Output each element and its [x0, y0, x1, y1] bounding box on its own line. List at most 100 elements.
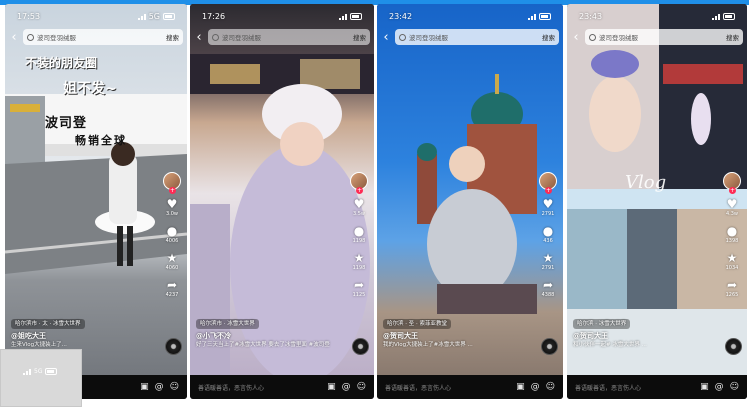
- emoji-icon[interactable]: ☺: [546, 382, 555, 392]
- share-button[interactable]: ➦ 4388: [542, 279, 555, 298]
- comment-count: 4006: [165, 238, 179, 244]
- location-tag[interactable]: 哈尔滨 · 冰雪大世界: [573, 319, 631, 329]
- back-chevron-icon[interactable]: ‹: [381, 31, 391, 44]
- music-disc-icon[interactable]: [541, 338, 558, 355]
- avatar[interactable]: +: [539, 172, 557, 194]
- search-button[interactable]: 搜索: [542, 32, 555, 42]
- avatar[interactable]: +: [350, 172, 368, 194]
- share-icon: ➦: [542, 278, 554, 292]
- phone-screenshot-2: 17:26 ‹ 波司登羽绒服 搜索 + ♥ 3.5w ● 1198 ★ 1198 ➦ 1…: [190, 4, 374, 399]
- share-button[interactable]: ➦ 4237: [166, 279, 179, 298]
- phone-screenshot-4: 23:43 ‹ 波司登羽绒服 搜索 Vlog + ♥ 4.3w ● 1398 ★ 10…: [567, 4, 747, 399]
- music-disc-icon[interactable]: [165, 338, 182, 355]
- signal-icon: [137, 13, 146, 20]
- comment-button[interactable]: ● 1198: [353, 225, 366, 244]
- status-bar: 23:43: [567, 9, 747, 23]
- emoji-icon[interactable]: ☺: [730, 382, 739, 392]
- favorite-button[interactable]: ★ 1034: [726, 252, 739, 271]
- search-icon: [212, 33, 219, 41]
- battery-icon: [45, 368, 58, 375]
- at-icon[interactable]: @: [531, 382, 540, 392]
- phone-screenshot-3: 23:42 ‹ 波司登羽绒服 搜索 + ♥ 2791 ● 436 ★ 2791 ➦ 43…: [377, 4, 563, 399]
- overlay-caption-1: 不装的朋友圈: [25, 56, 98, 70]
- comment-button[interactable]: ● 1398: [726, 225, 739, 244]
- author-name[interactable]: @姐吃大王: [11, 332, 157, 340]
- author-name[interactable]: @贺司大王: [383, 332, 533, 340]
- at-icon[interactable]: @: [155, 382, 164, 392]
- video-description: 生来Vlog大捷装上了...: [11, 342, 67, 348]
- share-icon: ➦: [166, 278, 178, 292]
- share-button[interactable]: ➦ 1125: [353, 279, 366, 298]
- share-button[interactable]: ➦ 1265: [726, 279, 739, 298]
- status-time: 17:26: [202, 11, 226, 21]
- back-chevron-icon[interactable]: ‹: [571, 31, 581, 44]
- search-row: ‹ 波司登羽绒服 搜索: [194, 28, 370, 46]
- status-bar-thumbnail: 5G: [0, 349, 82, 407]
- at-icon[interactable]: @: [715, 382, 724, 392]
- comment-input[interactable]: 善语暖善语，恶言伤人心: [385, 383, 510, 392]
- author-name[interactable]: @小飞不冷: [196, 332, 344, 340]
- music-disc-icon[interactable]: [352, 338, 369, 355]
- comment-input[interactable]: 善语暖善语，恶言伤人心: [198, 383, 321, 392]
- avatar[interactable]: +: [723, 172, 741, 194]
- battery-icon: [163, 12, 175, 20]
- thumbnail-network-label: 5G: [34, 368, 43, 375]
- battery-icon: [350, 12, 362, 20]
- action-rail: + ♥ 2791 ● 436 ★ 2791 ➦ 4388: [537, 172, 559, 298]
- favorite-button[interactable]: ★ 2791: [542, 252, 555, 271]
- author-name[interactable]: @贺司大王: [573, 332, 717, 340]
- follow-plus-icon[interactable]: +: [356, 187, 363, 194]
- search-row: ‹ 波司登羽绒服 搜索: [9, 28, 183, 46]
- signal-icon: [339, 13, 347, 20]
- search-input[interactable]: 波司登羽绒服 搜索: [208, 29, 370, 45]
- back-chevron-icon[interactable]: ‹: [194, 31, 204, 44]
- emoji-icon[interactable]: ☺: [357, 382, 366, 392]
- location-tag[interactable]: 哈尔滨市 · 冰雪大世界: [196, 319, 259, 329]
- comment-count: 1198: [352, 238, 366, 244]
- comment-input[interactable]: 善语暖善语，恶言伤人心: [575, 383, 694, 392]
- comment-icon: ●: [166, 224, 178, 238]
- favorite-button[interactable]: ★ 1198: [353, 252, 366, 271]
- image-icon[interactable]: ▣: [140, 382, 149, 392]
- location-tag[interactable]: 哈尔滨市 · 太 · 冰雪大世界: [11, 319, 85, 329]
- action-rail: + ♥ 3.0w ● 4006 ★ 4060 ➦ 4237: [161, 172, 183, 298]
- follow-plus-icon[interactable]: +: [545, 187, 552, 194]
- status-time: 23:43: [579, 11, 603, 21]
- video-description: 和小伙伴一起# 冰雪大世界 ...: [573, 342, 647, 348]
- share-count: 1265: [725, 292, 739, 298]
- music-disc-icon[interactable]: [725, 338, 742, 355]
- location-tag[interactable]: 哈尔滨 · 圣 · 索菲亚教堂: [383, 319, 451, 329]
- search-placeholder: 波司登羽绒服: [222, 34, 261, 42]
- search-input[interactable]: 波司登羽绒服 搜索: [395, 29, 559, 45]
- at-icon[interactable]: @: [342, 382, 351, 392]
- image-icon[interactable]: ▣: [516, 382, 525, 392]
- comment-button[interactable]: ● 436: [543, 225, 553, 244]
- search-button[interactable]: 搜索: [166, 32, 179, 42]
- plane-banner-slogan: 畅销全球: [75, 134, 127, 147]
- search-button[interactable]: 搜索: [726, 32, 739, 42]
- search-input[interactable]: 波司登羽绒服 搜索: [585, 29, 743, 45]
- image-icon[interactable]: ▣: [700, 382, 709, 392]
- avatar[interactable]: +: [163, 172, 181, 194]
- comment-icon: ●: [353, 224, 365, 238]
- search-button[interactable]: 搜索: [353, 32, 366, 42]
- phone-screenshot-1: 17:53 5G ‹ 波司登羽绒服 搜索 不装的朋友圈 姐不发~ 波司登 畅销全…: [5, 4, 187, 399]
- follow-plus-icon[interactable]: +: [169, 187, 176, 194]
- share-icon: ➦: [726, 278, 738, 292]
- like-button[interactable]: ♥ 2791: [542, 198, 555, 217]
- heart-icon: ♥: [542, 197, 554, 211]
- favorite-button[interactable]: ★ 4060: [166, 252, 179, 271]
- video-info: 哈尔滨 · 圣 · 索菲亚教堂 @贺司大王 我的Vlog大捷装上了#冰雪大世界 …: [383, 319, 533, 349]
- action-rail: + ♥ 3.5w ● 1198 ★ 1198 ➦ 1125: [348, 172, 370, 298]
- image-icon[interactable]: ▣: [327, 382, 336, 392]
- like-button[interactable]: ♥ 4.3w: [726, 198, 738, 217]
- back-chevron-icon[interactable]: ‹: [9, 31, 19, 44]
- video-info: 哈尔滨市 · 太 · 冰雪大世界 @姐吃大王 生来Vlog大捷装上了...: [11, 319, 157, 349]
- emoji-icon[interactable]: ☺: [170, 382, 179, 392]
- like-button[interactable]: ♥ 3.0w: [166, 198, 178, 217]
- comment-bar: 善语暖善语，恶言伤人心 ▣ @ ☺: [190, 375, 374, 399]
- search-input[interactable]: 波司登羽绒服 搜索: [23, 29, 183, 45]
- comment-button[interactable]: ● 4006: [166, 225, 179, 244]
- follow-plus-icon[interactable]: +: [729, 187, 736, 194]
- like-button[interactable]: ♥ 3.5w: [353, 198, 365, 217]
